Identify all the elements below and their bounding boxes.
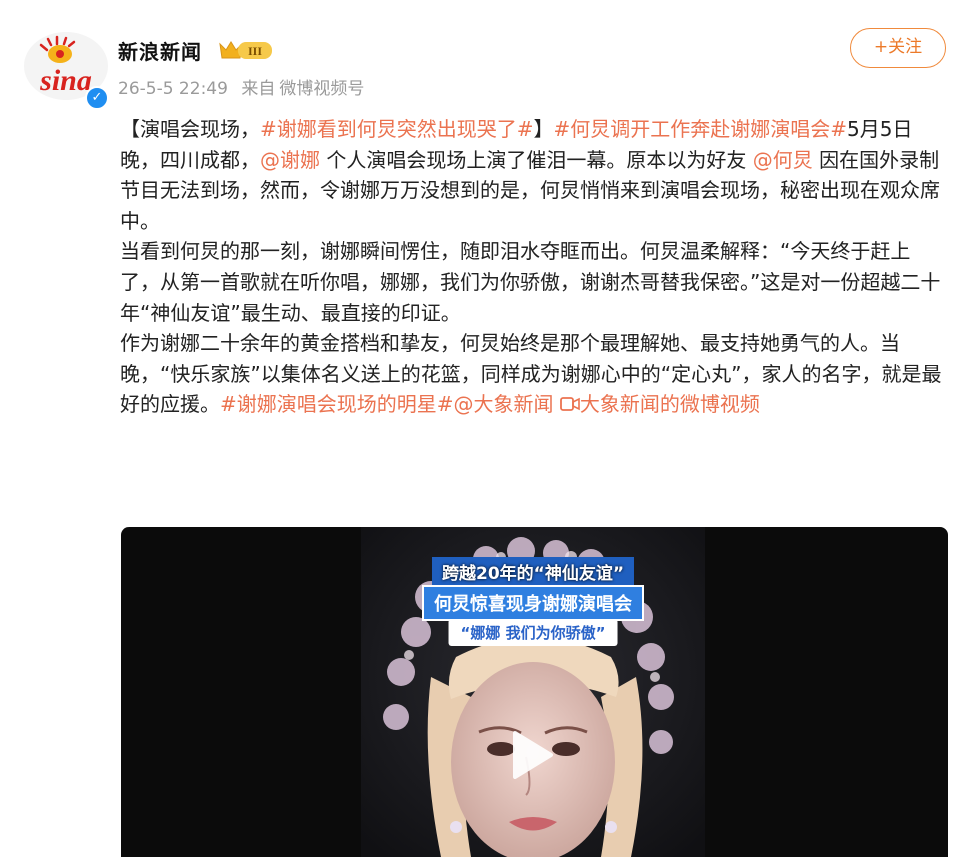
- level-badge-text: III: [248, 44, 262, 58]
- topic-link[interactable]: #何炅调开工作奔赴谢娜演唱会#: [554, 117, 848, 141]
- video-caption-1: 跨越20年的“神仙友谊”: [431, 557, 635, 586]
- topic-link[interactable]: #谢娜演唱会现场的明星#: [220, 392, 454, 416]
- text-segment: 【演唱会现场，: [120, 117, 260, 141]
- follow-button[interactable]: +关注: [850, 28, 946, 68]
- verified-badge-icon: ✓: [85, 86, 109, 110]
- post-meta: 26-5-5 22:49 来自 微博视频号: [118, 74, 364, 99]
- play-icon[interactable]: [509, 727, 555, 783]
- level-badge-icon: III: [219, 41, 272, 59]
- video-link-icon: [559, 397, 580, 412]
- video-player[interactable]: 跨越20年的“神仙友谊” 何炅惊喜现身谢娜演唱会 “娜娜 我们为你骄傲”: [121, 527, 948, 857]
- post-date[interactable]: 26-5-5 22:49: [118, 79, 228, 99]
- video-caption-2: 何炅惊喜现身谢娜演唱会: [422, 585, 644, 621]
- post-body: 【演唱会现场，#谢娜看到何炅突然出现哭了#】#何炅调开工作奔赴谢娜演唱会#5月5…: [120, 114, 950, 420]
- post-source[interactable]: 微博视频号: [279, 79, 364, 99]
- post-header: sina ✓ 新浪新闻 III 26-5-5 22:49 来自 微博视频号 +关注: [0, 0, 960, 110]
- sina-logo-text: sina: [39, 64, 92, 97]
- source-prefix: 来自: [241, 79, 276, 99]
- post-paragraph-1: 【演唱会现场，#谢娜看到何炅突然出现哭了#】#何炅调开工作奔赴谢娜演唱会#5月5…: [120, 114, 950, 236]
- video-link[interactable]: 大象新闻的微博视频: [580, 392, 760, 416]
- mention-link[interactable]: @何炅: [753, 148, 813, 172]
- text-segment: 】: [533, 117, 554, 141]
- topic-link[interactable]: #谢娜看到何炅突然出现哭了#: [260, 117, 534, 141]
- mention-link[interactable]: @大象新闻: [454, 392, 554, 416]
- post-paragraph-3: 作为谢娜二十余年的黄金搭档和挚友，何炅始终是那个最理解她、最支持她勇气的人。当晚…: [120, 328, 950, 420]
- post-paragraph-2: 当看到何炅的那一刻，谢娜瞬间愣住，随即泪水夺眶而出。何炅温柔解释：“今天终于赶上…: [120, 239, 941, 325]
- account-name[interactable]: 新浪新闻: [118, 36, 202, 65]
- video-caption-3: “娜娜 我们为你骄傲”: [448, 619, 618, 646]
- mention-link[interactable]: @谢娜: [260, 148, 320, 172]
- text-segment: 个人演唱会现场上演了催泪一幕。原本以为好友: [320, 147, 753, 172]
- video-frame: 跨越20年的“神仙友谊” 何炅惊喜现身谢娜演唱会 “娜娜 我们为你骄傲”: [361, 527, 705, 857]
